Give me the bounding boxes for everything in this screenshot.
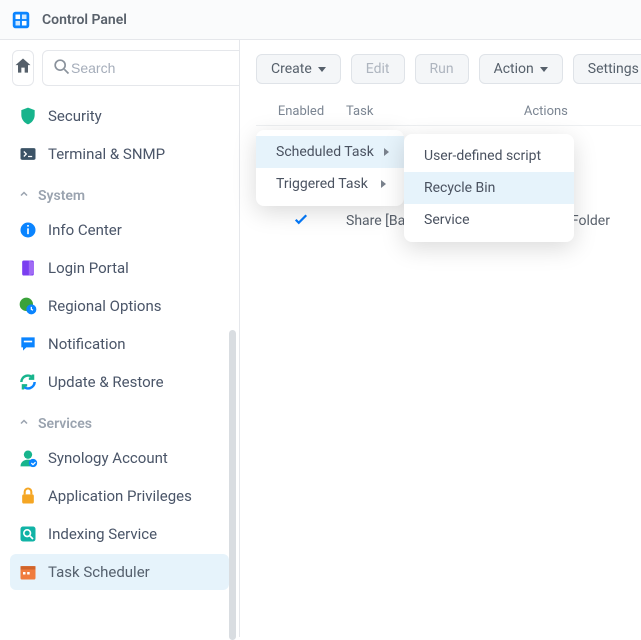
sidebar-item-regional-options[interactable]: Regional Options <box>10 288 229 324</box>
menu-item-user-defined-script[interactable]: User-defined script <box>404 140 574 172</box>
shield-icon <box>18 106 38 126</box>
search-field[interactable] <box>42 50 240 86</box>
scheduled-task-submenu: User-defined script Recycle Bin Service <box>404 134 574 242</box>
col-header-action[interactable]: Actions <box>524 104 641 119</box>
sidebar-item-login-portal[interactable]: Login Portal <box>10 250 229 286</box>
sidebar-item-synology-account[interactable]: Synology Account <box>10 440 229 476</box>
index-search-icon <box>18 524 38 544</box>
menu-item-scheduled-task[interactable]: Scheduled Task <box>256 136 404 168</box>
menu-item-label: User-defined script <box>424 148 541 164</box>
account-icon <box>18 448 38 468</box>
toolbar: Create Edit Run Action Settings <box>240 40 641 98</box>
menu-item-triggered-task[interactable]: Triggered Task <box>256 168 404 200</box>
terminal-icon <box>18 144 38 164</box>
action-button[interactable]: Action <box>479 54 563 84</box>
sidebar-item-indexing-service[interactable]: Indexing Service <box>10 516 229 552</box>
sidebar-item-label: Info Center <box>48 221 122 239</box>
sidebar-item-label: Notification <box>48 335 126 353</box>
sidebar-item-application-privileges[interactable]: Application Privileges <box>10 478 229 514</box>
home-icon <box>13 56 33 80</box>
chat-icon <box>18 334 38 354</box>
info-icon <box>18 220 38 240</box>
button-label: Settings <box>588 61 639 77</box>
chevron-up-icon <box>18 416 30 432</box>
sidebar-item-label: Indexing Service <box>48 525 157 543</box>
sidebar-item-label: Update & Restore <box>48 373 164 391</box>
caret-down-icon <box>540 67 548 72</box>
group-label: System <box>38 188 85 204</box>
create-button[interactable]: Create <box>256 54 341 84</box>
sidebar-item-label: Synology Account <box>48 449 168 467</box>
search-input[interactable] <box>71 60 240 76</box>
sidebar-item-label: Security <box>48 107 102 125</box>
lock-icon <box>18 486 38 506</box>
create-menu: Scheduled Task Triggered Task <box>256 130 404 206</box>
menu-item-label: Scheduled Task <box>276 144 374 160</box>
sidebar-item-label: Task Scheduler <box>48 563 150 581</box>
calendar-icon <box>18 562 38 582</box>
check-icon <box>292 210 310 228</box>
control-panel-icon <box>10 9 32 31</box>
globe-clock-icon <box>18 296 38 316</box>
sidebar-item-info-center[interactable]: Info Center <box>10 212 229 248</box>
home-button[interactable] <box>12 50 34 86</box>
sidebar-group-services[interactable]: Services <box>10 402 229 438</box>
chevron-right-icon <box>381 180 386 188</box>
door-icon <box>18 258 38 278</box>
menu-item-label: Triggered Task <box>276 176 368 192</box>
col-header-enabled[interactable]: Enabled <box>256 104 346 119</box>
sidebar-item-label: Terminal & SNMP <box>48 145 165 163</box>
menu-item-recycle-bin[interactable]: Recycle Bin <box>404 172 574 204</box>
edit-button[interactable]: Edit <box>351 54 405 84</box>
settings-button[interactable]: Settings <box>573 54 641 84</box>
sidebar-item-task-scheduler[interactable]: Task Scheduler <box>10 554 229 590</box>
sidebar: Security Terminal & SNMP System Info Cen… <box>0 40 240 637</box>
run-button[interactable]: Run <box>415 54 469 84</box>
button-label: Create <box>271 61 312 77</box>
chevron-up-icon <box>18 188 30 204</box>
sidebar-scrollbar[interactable] <box>229 330 236 640</box>
button-label: Edit <box>366 61 390 77</box>
refresh-icon <box>18 372 38 392</box>
chevron-right-icon <box>384 148 389 156</box>
sidebar-item-label: Application Privileges <box>48 487 192 505</box>
sidebar-item-label: Login Portal <box>48 259 129 277</box>
menu-item-service[interactable]: Service <box>404 204 574 236</box>
search-icon <box>51 56 71 80</box>
col-header-task[interactable]: Task <box>346 104 524 119</box>
window-title: Control Panel <box>42 12 127 28</box>
sidebar-item-update-restore[interactable]: Update & Restore <box>10 364 229 400</box>
button-label: Action <box>494 61 534 77</box>
sidebar-item-notification[interactable]: Notification <box>10 326 229 362</box>
titlebar: Control Panel <box>0 0 641 40</box>
group-label: Services <box>38 416 92 432</box>
menu-item-label: Service <box>424 212 470 228</box>
button-label: Run <box>430 61 454 77</box>
table-header: Enabled Task Actions <box>256 98 641 126</box>
sidebar-group-system[interactable]: System <box>10 174 229 210</box>
caret-down-icon <box>318 67 326 72</box>
sidebar-item-label: Regional Options <box>48 297 162 315</box>
menu-item-label: Recycle Bin <box>424 180 495 196</box>
sidebar-item-terminal-snmp[interactable]: Terminal & SNMP <box>10 136 229 172</box>
sidebar-item-security[interactable]: Security <box>10 98 229 134</box>
